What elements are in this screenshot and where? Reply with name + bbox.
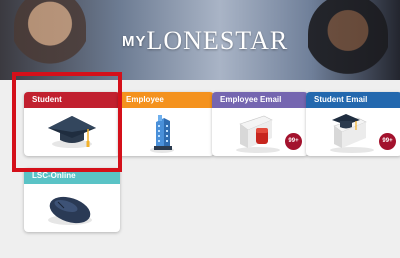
header-banner: MYLONESTAR bbox=[0, 0, 400, 80]
tile-employee-header: Employee bbox=[118, 92, 214, 108]
tile-employee-email[interactable]: Employee Email 99+ bbox=[212, 92, 308, 156]
office-building-icon bbox=[150, 115, 174, 153]
unread-count-badge: 99+ bbox=[285, 133, 302, 150]
logo-name-text: LONESTAR bbox=[146, 26, 289, 55]
graduation-cap-icon bbox=[48, 116, 96, 148]
tile-student-header: Student bbox=[24, 92, 120, 108]
unread-count-badge: 99+ bbox=[379, 133, 396, 150]
tile-lsc-online-header: LSC-Online bbox=[24, 168, 120, 184]
tile-student-email[interactable]: Student Email 99+ bbox=[306, 92, 400, 156]
banner-photo-student-right bbox=[308, 0, 388, 80]
tile-student-email-header: Student Email bbox=[306, 92, 400, 108]
tile-employee-email-header: Employee Email bbox=[212, 92, 308, 108]
computer-mouse-icon bbox=[48, 196, 92, 225]
mylonestar-logo: MYLONESTAR bbox=[122, 26, 288, 56]
tile-employee[interactable]: Employee bbox=[118, 92, 214, 156]
banner-photo-student-left bbox=[14, 0, 86, 80]
logo-my-text: MY bbox=[122, 33, 147, 50]
tile-student[interactable]: Student bbox=[24, 92, 120, 156]
tile-lsc-online[interactable]: LSC-Online bbox=[24, 168, 120, 232]
